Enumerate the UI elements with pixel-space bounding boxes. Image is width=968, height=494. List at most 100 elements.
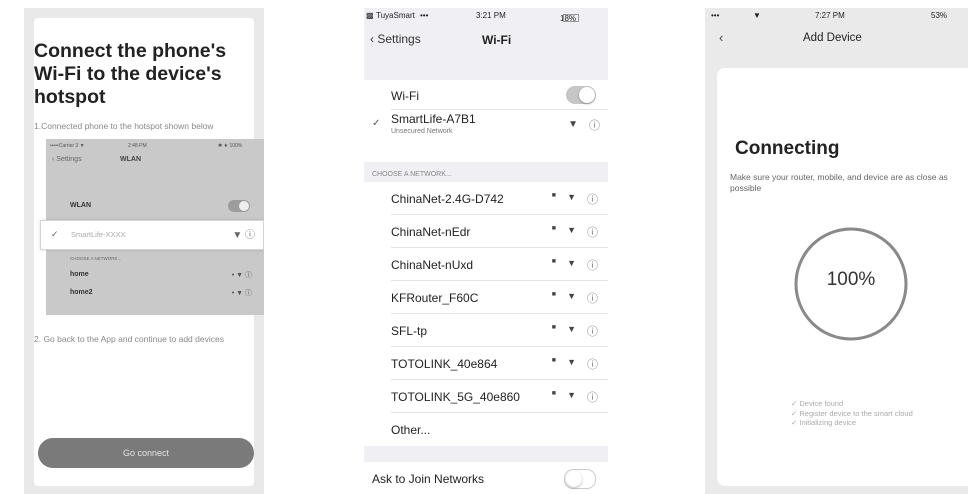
choose-network-header: CHOOSE A NETWORK... [372,171,452,178]
wifi-icon: ▼ [567,291,576,301]
example-network-icons: • ▼ ⓘ [231,290,252,297]
example-title: WLAN [120,156,141,163]
screen-title: Wi-Fi [482,33,512,47]
step-device-found: ✓ Device found [791,399,844,408]
carrier-name: TuyaSmart [376,11,415,20]
battery-icon [563,14,579,22]
lock-icon: ■ [551,357,556,364]
info-icon[interactable]: ⓘ [587,290,598,306]
progress-percent: 100% [826,269,876,290]
example-back-link: ‹ Settings [52,156,82,163]
network-name: SFL-tp [391,324,428,338]
example-wlan-label: WLAN [70,202,91,209]
connecting-description: Make sure your router, mobile, and devic… [730,172,948,193]
network-row[interactable]: ChinaNet-nEdr ■ ▼ ⓘ [364,215,608,248]
status-bar: ••• ▼ 7:27 PM 53% [705,8,968,26]
app-icon: ▩ [366,11,374,20]
lock-icon: ■ [551,192,556,199]
network-row[interactable]: ChinaNet-nUxd ■ ▼ ⓘ [364,248,608,281]
step-register-cloud: ✓ Register device to the smart cloud [791,408,913,418]
wifi-icon: ▼ [567,357,576,367]
connection-steps: ✓ Device found ✓ Register device to the … [791,399,913,428]
example-network-row: home2 • ▼ ⓘ [46,285,264,301]
info-icon[interactable]: ⓘ [587,389,598,405]
info-icon[interactable]: ⓘ [587,323,598,339]
info-icon[interactable]: ⓘ [587,224,598,240]
network-name: ChinaNet-nEdr [391,225,471,239]
nav-bar: ‹ Add Device [705,26,968,56]
network-name: ChinaNet-nUxd [391,258,474,272]
step-two-text: 2. Go back to the App and continue to ad… [34,334,224,344]
battery-level: 53% [931,11,948,20]
example-network-row: home • ▼ ⓘ [46,267,264,283]
info-icon[interactable]: ⓘ [587,191,598,207]
network-row[interactable]: TOTOLINK_5G_40e860 ■ ▼ ⓘ [364,380,608,413]
example-carrier: •••••Carrier 3 ▼ [50,143,85,149]
signal-icon: ••• [420,11,429,20]
back-label: Settings [377,32,421,46]
wifi-icon: ▼ [568,119,578,130]
info-icon[interactable]: ⓘ [589,117,600,133]
status-time: 7:27 PM [815,11,845,20]
back-chevron-icon[interactable]: ‹ [719,30,723,45]
connected-network-row[interactable]: ✓ SmartLife-A7B1 Unsecured Network ▼ ⓘ [364,110,608,140]
wifi-toggle[interactable] [566,86,596,104]
connecting-heading: Connecting [735,138,840,159]
wifi-group: Wi-Fi ✓ SmartLife-A7B1 Unsecured Network… [364,80,608,162]
network-name: KFRouter_F60C [391,291,479,305]
status-time: 3:21 PM [476,11,506,20]
add-device-screen: ••• ▼ 7:27 PM 53% ‹ Add Device Connectin… [705,8,968,494]
network-name: TOTOLINK_40e864 [391,357,498,371]
network-name: ChinaNet-2.4G-D742 [391,192,504,206]
network-row[interactable]: ChinaNet-2.4G-D742 ■ ▼ ⓘ [364,182,608,215]
ask-join-row: Ask to Join Networks [364,462,608,494]
network-row[interactable]: SFL-tp ■ ▼ ⓘ [364,314,608,347]
check-icon: ✓ [372,118,381,129]
example-network-icons: • ▼ ⓘ [231,272,252,279]
info-icon[interactable]: ⓘ [587,257,598,273]
wifi-info-icons: ▼ ⓘ [232,230,255,241]
wifi-icon: ▼ [567,192,576,202]
example-network-name: home [70,271,89,278]
wifi-icon: ▼ [567,258,576,268]
example-wlan-row: WLAN [46,194,264,218]
connected-subtitle: Unsecured Network [391,128,453,135]
ask-join-group: Ask to Join Networks [364,462,608,494]
example-choose-header: CHOOSE A NETWORK... [70,256,122,261]
wifi-status-icon: ▼ [753,11,761,20]
wifi-toggle-row: Wi-Fi [364,80,608,110]
wifi-icon: ▼ [567,390,576,400]
back-button[interactable]: ‹ Settings [370,32,421,46]
other-label: Other... [391,423,431,437]
hotspot-guide-screen: Connect the phone's Wi-Fi to the device'… [24,8,264,494]
ask-join-label: Ask to Join Networks [372,472,485,486]
ask-join-toggle[interactable] [564,469,596,489]
example-nav-bar: ‹ Settings WLAN [46,151,264,173]
lock-icon: ■ [551,258,556,265]
lock-icon: ■ [551,324,556,331]
other-network-row[interactable]: Other... [364,413,608,446]
example-battery: ✱ ★ 100% [218,143,243,149]
connected-ssid: SmartLife-A7B1 [391,112,476,126]
signal-icon: ••• [711,11,720,20]
nav-bar: ‹ Settings Wi-Fi [364,26,608,58]
example-status-bar: •••••Carrier 3 ▼ 2:48 PM ✱ ★ 100% [46,139,264,151]
wifi-label: Wi-Fi [391,89,419,103]
wifi-icon: ▼ [567,225,576,235]
example-wlan-toggle [228,200,250,212]
check-icon: ✓ [51,229,59,239]
network-row[interactable]: KFRouter_F60C ■ ▼ ⓘ [364,281,608,314]
network-row[interactable]: TOTOLINK_40e864 ■ ▼ ⓘ [364,347,608,380]
status-bar: ▩ TuyaSmart ••• 3:21 PM 18% [364,8,608,26]
network-list: ChinaNet-2.4G-D742 ■ ▼ ⓘ ChinaNet-nEdr ■ ▼ ⓘ Chi… [364,182,608,446]
hotspot-ssid: SmartLife-XXXX [71,230,126,239]
highlighted-hotspot-row: ✓ SmartLife-XXXX ▼ ⓘ [40,220,264,250]
screen-title: Add Device [803,32,862,44]
go-connect-button[interactable]: Go connect [38,438,254,468]
page-title: Connect the phone's Wi-Fi to the device'… [34,40,227,108]
lock-icon: ■ [551,225,556,232]
lock-icon: ■ [551,291,556,298]
step-initializing: ✓ Initializing device [791,418,857,427]
wifi-icon: ▼ [567,324,576,334]
info-icon[interactable]: ⓘ [587,356,598,372]
